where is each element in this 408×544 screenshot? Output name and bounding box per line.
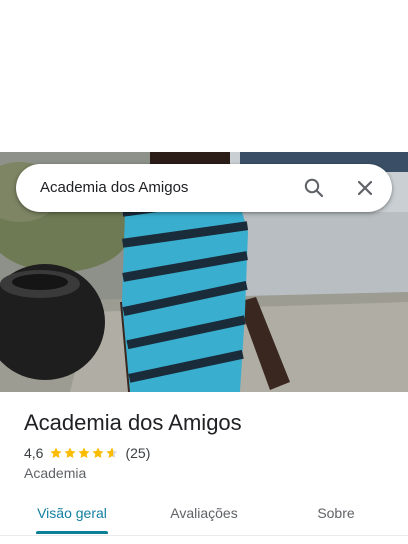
search-bar[interactable]: Academia dos Amigos [16,164,392,212]
search-icon[interactable] [302,176,326,200]
star-icon [64,447,77,459]
star-icon [92,447,105,459]
rating-value: 4,6 [24,445,44,461]
tab-about[interactable]: Sobre [296,502,376,534]
search-query-text[interactable]: Academia dos Amigos [40,164,188,212]
close-icon[interactable] [353,176,377,200]
star-half-icon [106,447,119,459]
tab-reviews[interactable]: Avaliações [158,502,250,534]
active-tab-indicator [36,531,108,534]
review-count[interactable]: (25) [125,445,150,461]
star-icon [78,447,91,459]
blank-header-area [0,0,408,152]
place-category[interactable]: Academia [24,465,86,481]
rating-row[interactable]: 4,6 (25) [24,444,150,462]
place-title: Academia dos Amigos [24,410,242,435]
tabs-divider [0,535,408,536]
star-icon [50,447,63,459]
tab-overview[interactable]: Visão geral [26,502,118,534]
star-rating [49,446,119,460]
place-info-panel: Academia dos Amigos 4,6 (25) Academia Vi… [0,392,408,544]
